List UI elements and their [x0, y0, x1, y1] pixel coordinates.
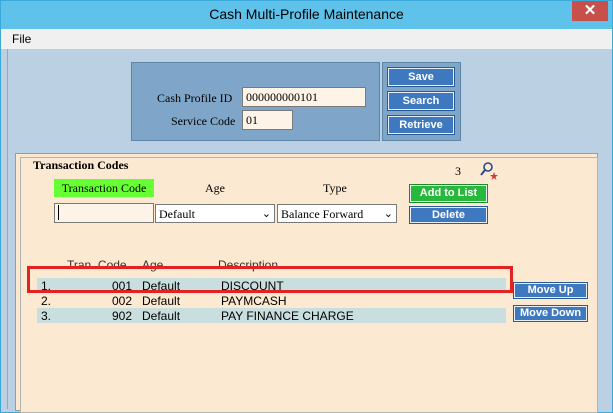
move-down-button[interactable]: Move Down — [513, 305, 588, 322]
menu-file[interactable]: File — [12, 32, 31, 46]
type-select[interactable]: Balance Forward ⌄ — [277, 204, 397, 223]
row-index: 2. — [41, 294, 52, 308]
window-title: Cash Multi-Profile Maintenance — [209, 6, 404, 22]
row-tran-code: 902 — [112, 309, 133, 323]
record-count: 3 — [455, 164, 461, 178]
row-tran-code: 002 — [112, 294, 133, 308]
type-select-value: Balance Forward — [281, 207, 364, 221]
add-to-list-button[interactable]: Add to List — [409, 184, 488, 203]
magnifier-icon[interactable] — [480, 160, 500, 180]
transaction-code-label: Transaction Code — [54, 179, 154, 197]
move-up-button[interactable]: Move Up — [513, 282, 588, 299]
row-description: PAYMCASH — [221, 294, 287, 308]
age-select-value: Default — [159, 207, 195, 221]
chevron-down-icon: ⌄ — [383, 208, 393, 220]
row-index: 3. — [41, 309, 52, 323]
type-label: Type — [323, 181, 347, 195]
close-icon[interactable]: ✕ — [572, 1, 608, 21]
save-button[interactable]: Save — [387, 67, 455, 87]
search-button[interactable]: Search — [387, 91, 455, 111]
menu-bar: File — [1, 29, 612, 49]
retrieve-button[interactable]: Retrieve — [387, 115, 455, 135]
service-code-label: Service Code — [171, 114, 236, 128]
highlight-box — [27, 266, 513, 293]
list-item[interactable]: 3. 902 Default PAY FINANCE CHARGE — [37, 308, 506, 323]
age-label: Age — [205, 181, 225, 195]
title-bar: Cash Multi-Profile Maintenance ✕ — [1, 1, 612, 29]
cash-profile-id-field[interactable]: 000000000101 — [242, 87, 366, 107]
transaction-code-field[interactable] — [54, 203, 154, 223]
chevron-down-icon: ⌄ — [261, 208, 271, 220]
row-age: Default — [142, 309, 181, 323]
delete-button[interactable]: Delete — [409, 206, 488, 224]
row-description: PAY FINANCE CHARGE — [221, 309, 354, 323]
list-item[interactable]: 2. 002 Default PAYMCASH — [37, 293, 506, 308]
service-code-field[interactable]: 01 — [242, 110, 293, 130]
age-select[interactable]: Default ⌄ — [155, 204, 275, 223]
text-caret — [58, 205, 59, 220]
row-age: Default — [142, 294, 181, 308]
cash-profile-id-label: Cash Profile ID — [157, 91, 233, 105]
transaction-codes-title: Transaction Codes — [33, 158, 129, 172]
